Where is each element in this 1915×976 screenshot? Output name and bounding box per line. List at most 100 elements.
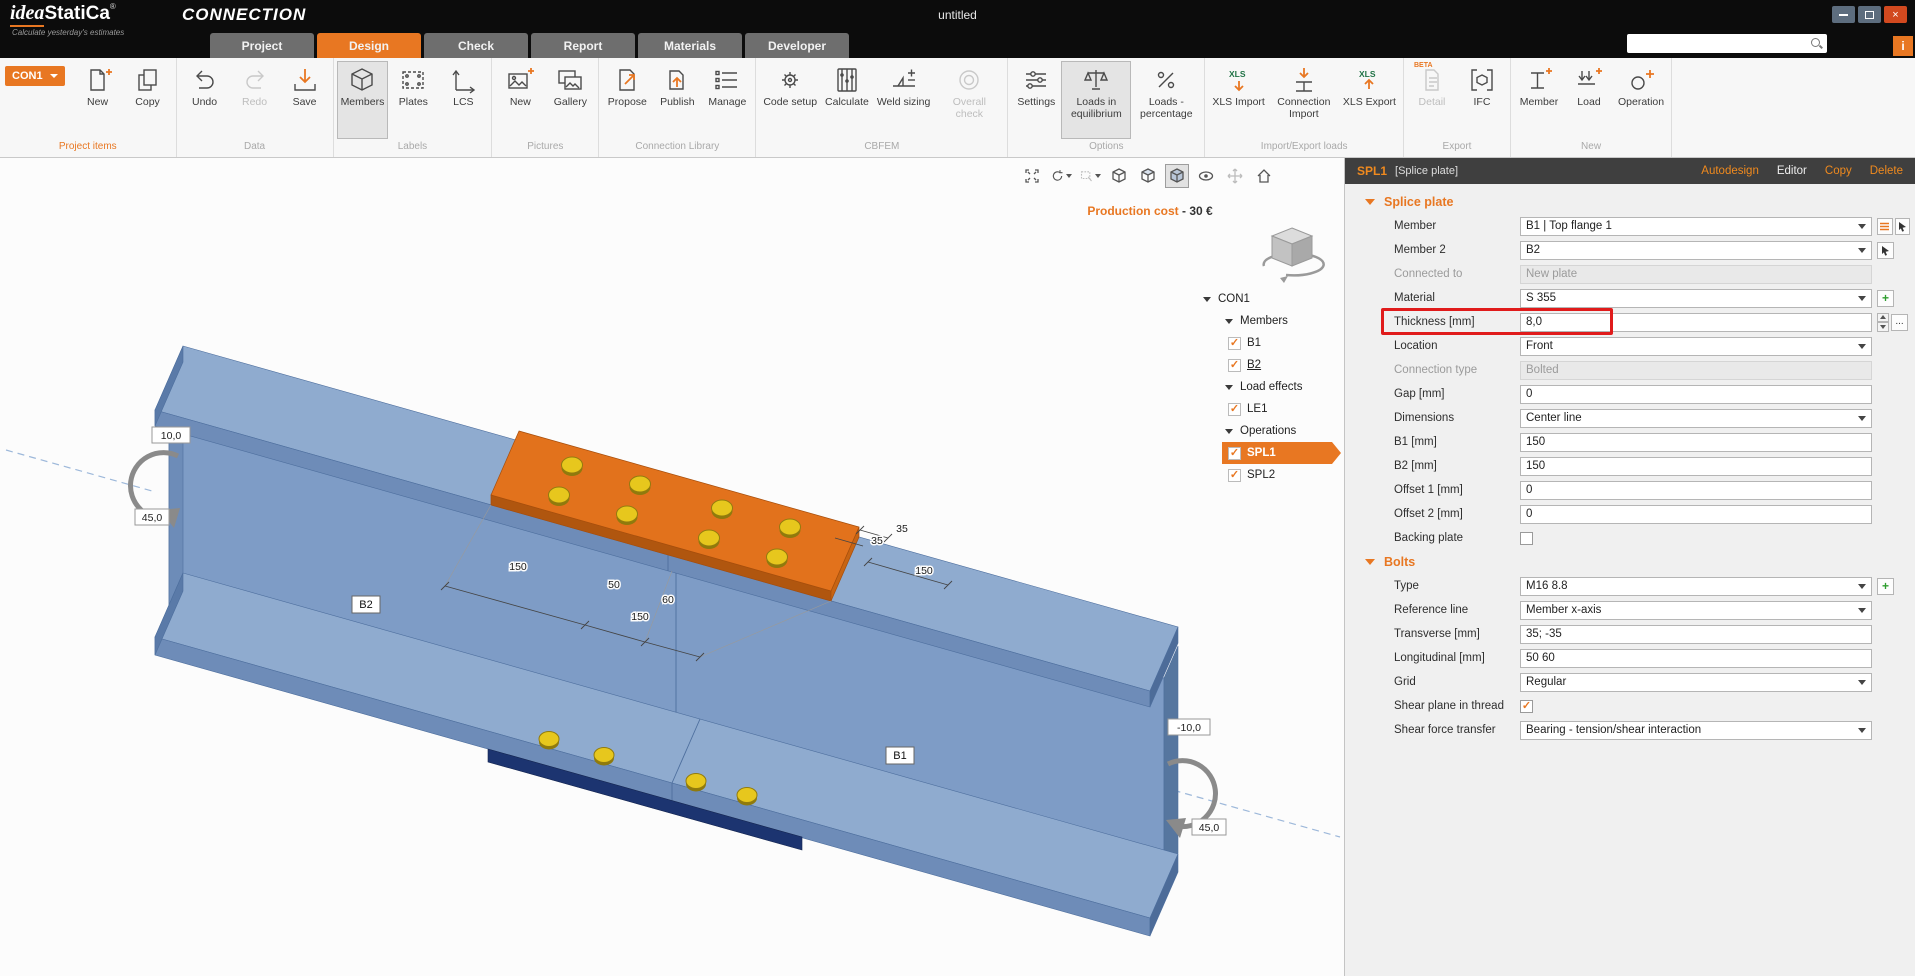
transparent-view-button[interactable] — [1136, 164, 1160, 188]
ifc-export-button[interactable]: IFC — [1457, 61, 1507, 139]
fit-view-button[interactable] — [1020, 164, 1044, 188]
xls-export-button[interactable]: XLS XLS Export — [1339, 61, 1400, 139]
backing-plate-checkbox[interactable] — [1520, 532, 1533, 545]
tree-item-spl1[interactable]: ✓ SPL1 — [1196, 442, 1345, 464]
navigation-cube[interactable] — [1250, 214, 1334, 299]
tab-design[interactable]: Design — [317, 33, 421, 58]
loads-in-equilibrium-button[interactable]: Loads in equilibrium — [1061, 61, 1131, 139]
search-icon[interactable] — [1810, 37, 1823, 50]
settings-button[interactable]: Settings — [1011, 61, 1061, 139]
expander-icon[interactable] — [1225, 319, 1233, 324]
pan-button[interactable] — [1223, 164, 1247, 188]
copy-operation-button[interactable]: Copy — [1825, 165, 1852, 177]
tree-item-spl2[interactable]: ✓ SPL2 — [1196, 464, 1345, 486]
dimensions-select[interactable]: Center line — [1520, 409, 1872, 428]
member2-select[interactable]: B2 — [1520, 241, 1872, 260]
le1-checkbox[interactable]: ✓ — [1228, 403, 1241, 416]
tab-developer[interactable]: Developer — [745, 33, 849, 58]
plates-labels-button[interactable]: Plates — [388, 61, 438, 139]
loads-percentage-button[interactable]: Loads - percentage — [1131, 61, 1201, 139]
detail-export-button[interactable]: BETA Detail — [1407, 61, 1457, 139]
bolt-type-select[interactable]: M16 8.8 — [1520, 577, 1872, 596]
delete-operation-button[interactable]: Delete — [1870, 165, 1903, 177]
new-project-item-button[interactable]: New — [73, 61, 123, 139]
add-bolt-type-button[interactable]: + — [1877, 578, 1894, 595]
maximize-button[interactable] — [1858, 6, 1881, 23]
weld-sizing-button[interactable]: Weld sizing — [873, 61, 935, 139]
location-select[interactable]: Front — [1520, 337, 1872, 356]
thickness-spinner[interactable] — [1877, 313, 1889, 332]
shear-force-select[interactable]: Bearing - tension/shear interaction — [1520, 721, 1872, 740]
tree-item-con1[interactable]: CON1 — [1196, 288, 1345, 310]
editor-button[interactable]: Editor — [1777, 165, 1807, 177]
members-labels-button[interactable]: Members — [337, 61, 389, 139]
select-tool-button[interactable] — [1078, 164, 1102, 188]
new-operation-button[interactable]: Operation — [1614, 61, 1668, 139]
expander-icon[interactable] — [1225, 429, 1233, 434]
tree-item-b2[interactable]: ✓ B2 — [1196, 354, 1345, 376]
plate-editor-button[interactable] — [1877, 218, 1893, 235]
lcs-labels-button[interactable]: LCS — [438, 61, 488, 139]
thickness-input[interactable]: 8,0 — [1520, 313, 1872, 332]
section-bolts[interactable]: Bolts — [1345, 550, 1915, 574]
shear-plane-checkbox[interactable]: ✓ — [1520, 700, 1533, 713]
visibility-button[interactable] — [1194, 164, 1218, 188]
save-button[interactable]: Save — [280, 61, 330, 139]
spin-up-icon[interactable] — [1880, 315, 1886, 319]
expander-icon[interactable] — [1203, 297, 1211, 302]
new-load-button[interactable]: Load — [1564, 61, 1614, 139]
rotate-view-button[interactable] — [1049, 164, 1073, 188]
tree-item-operations[interactable]: Operations — [1196, 420, 1345, 442]
calculate-button[interactable]: Calculate — [821, 61, 873, 139]
connection-import-button[interactable]: Connection Import — [1269, 61, 1339, 139]
wireframe-view-button[interactable] — [1107, 164, 1131, 188]
undo-button[interactable]: Undo — [180, 61, 230, 139]
offset2-input[interactable]: 0 — [1520, 505, 1872, 524]
b2-checkbox[interactable]: ✓ — [1228, 359, 1241, 372]
tab-materials[interactable]: Materials — [638, 33, 742, 58]
gap-input[interactable]: 0 — [1520, 385, 1872, 404]
xls-import-button[interactable]: XLS XLS Import — [1208, 61, 1269, 139]
solid-view-button[interactable] — [1165, 164, 1189, 188]
grid-select[interactable]: Regular — [1520, 673, 1872, 692]
manage-button[interactable]: Manage — [702, 61, 752, 139]
reference-line-select[interactable]: Member x-axis — [1520, 601, 1872, 620]
thickness-more-button[interactable]: ... — [1891, 314, 1908, 331]
redo-button[interactable]: Redo — [230, 61, 280, 139]
spin-down-icon[interactable] — [1880, 325, 1886, 329]
tree-item-b1[interactable]: ✓ B1 — [1196, 332, 1345, 354]
info-button[interactable]: i — [1893, 36, 1913, 56]
publish-button[interactable]: Publish — [652, 61, 702, 139]
search-input[interactable] — [1631, 38, 1810, 50]
section-splice-plate[interactable]: Splice plate — [1345, 190, 1915, 214]
close-button[interactable]: × — [1884, 6, 1907, 23]
transverse-input[interactable]: 35; -35 — [1520, 625, 1872, 644]
offset1-input[interactable]: 0 — [1520, 481, 1872, 500]
pick-member2-button[interactable] — [1877, 242, 1894, 259]
member-select[interactable]: B1 | Top flange 1 — [1520, 217, 1872, 236]
overall-check-button[interactable]: Overall check — [934, 61, 1004, 139]
spl2-checkbox[interactable]: ✓ — [1228, 469, 1241, 482]
tree-item-le1[interactable]: ✓ LE1 — [1196, 398, 1345, 420]
pick-member-button[interactable] — [1895, 218, 1911, 235]
copy-project-item-button[interactable]: Copy — [123, 61, 173, 139]
3d-viewport[interactable]: 150 50 60 150 35 35 150 B2 B1 10,0 — [0, 158, 1345, 976]
tab-project[interactable]: Project — [210, 33, 314, 58]
material-select[interactable]: S 355 — [1520, 289, 1872, 308]
minimize-button[interactable] — [1832, 6, 1855, 23]
new-picture-button[interactable]: New — [495, 61, 545, 139]
tree-item-members[interactable]: Members — [1196, 310, 1345, 332]
longitudinal-input[interactable]: 50 60 — [1520, 649, 1872, 668]
tab-check[interactable]: Check — [424, 33, 528, 58]
connection-selector[interactable]: CON1 — [5, 66, 65, 86]
autodesign-button[interactable]: Autodesign — [1701, 165, 1759, 177]
propose-button[interactable]: Propose — [602, 61, 652, 139]
expander-icon[interactable] — [1225, 385, 1233, 390]
code-setup-button[interactable]: Code setup — [759, 61, 821, 139]
add-material-button[interactable]: + — [1877, 290, 1894, 307]
tab-report[interactable]: Report — [531, 33, 635, 58]
gallery-button[interactable]: Gallery — [545, 61, 595, 139]
3d-scene[interactable]: 150 50 60 150 35 35 150 B2 B1 10,0 — [0, 158, 1344, 976]
steel-beam[interactable] — [155, 346, 1178, 936]
b1-input[interactable]: 150 — [1520, 433, 1872, 452]
